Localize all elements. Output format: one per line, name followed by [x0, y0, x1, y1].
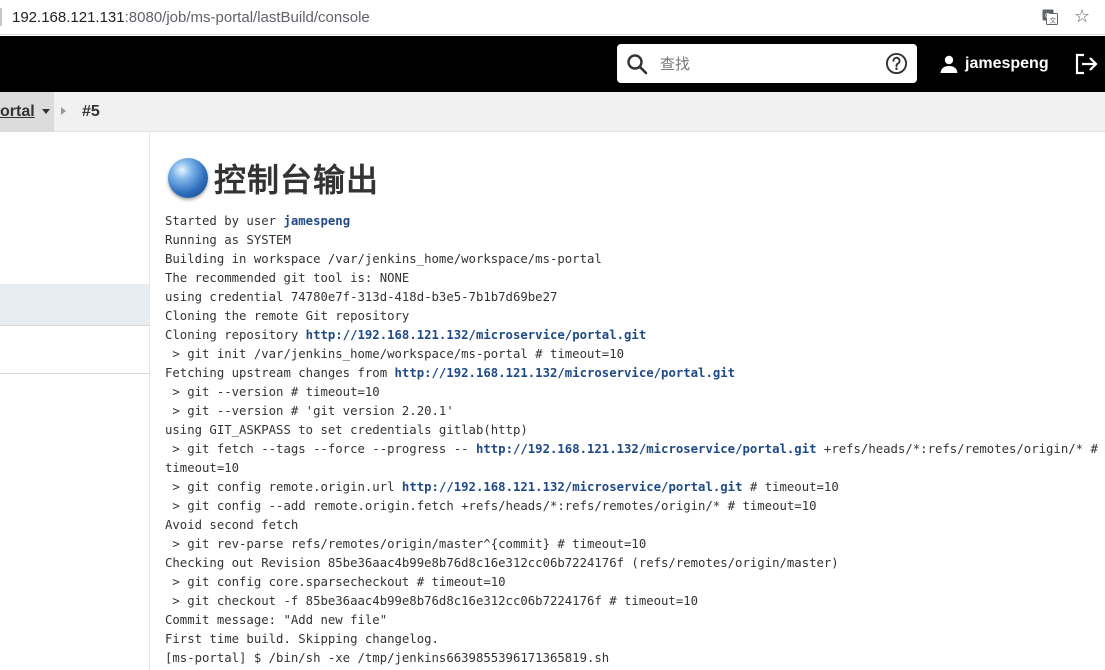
- page-title-row: 控制台输出: [168, 156, 379, 200]
- console-text: > git --version # 'git version 2.20.1': [165, 404, 454, 418]
- help-icon[interactable]: [885, 52, 908, 75]
- console-line: timeout=10: [165, 459, 1100, 478]
- bookmark-star-icon[interactable]: ☆: [1074, 6, 1092, 26]
- console-text: Checking out Revision 85be36aac4b99e8b76…: [165, 556, 839, 570]
- console-text: Avoid second fetch: [165, 518, 299, 532]
- console-text: Fetching upstream changes from: [165, 366, 395, 380]
- translate-icon[interactable]: G 文: [1042, 9, 1058, 25]
- console-text: using credential 74780e7f-313d-418d-b3e5…: [165, 290, 558, 304]
- console-text: > git fetch --tags --force --progress --: [165, 442, 476, 456]
- console-text: Commit message: "Add new file": [165, 613, 388, 627]
- console-line: > git --version # 'git version 2.20.1': [165, 402, 1100, 421]
- url-field[interactable]: 192.168.121.131:8080/job/ms-portal/lastB…: [12, 9, 370, 26]
- side-panel-divider: [0, 373, 149, 374]
- console-line: > git config remote.origin.url http://19…: [165, 478, 1100, 497]
- console-line: using credential 74780e7f-313d-418d-b3e5…: [165, 288, 1100, 307]
- search-icon: [627, 54, 648, 75]
- console-line: > git --version # timeout=10: [165, 383, 1100, 402]
- console-text: > git --version # timeout=10: [165, 385, 380, 399]
- search-input[interactable]: [660, 52, 875, 76]
- console-line: using GIT_ASKPASS to set credentials git…: [165, 421, 1100, 440]
- main-panel: 控制台输出 Started by user jamespeng Running a…: [150, 132, 1105, 670]
- console-line: > git config --add remote.origin.fetch +…: [165, 497, 1100, 516]
- console-text: +refs/heads/*:refs/remotes/origin/* #: [816, 442, 1098, 456]
- url-path: :8080/job/ms-portal/lastBuild/console: [124, 9, 370, 26]
- console-text: > git config remote.origin.url: [165, 480, 402, 494]
- svg-text:文: 文: [1050, 16, 1057, 25]
- breadcrumb-build[interactable]: #5: [82, 103, 100, 121]
- side-panel: [0, 132, 150, 670]
- search-box[interactable]: [617, 44, 917, 83]
- console-text: First time build. Skipping changelog.: [165, 632, 439, 646]
- console-link[interactable]: http://192.168.121.132/microservice/port…: [476, 442, 817, 456]
- console-text: The recommended git tool is: NONE: [165, 271, 410, 285]
- address-bar-edge: [0, 8, 2, 26]
- breadcrumb-job[interactable]: ortal: [0, 92, 54, 132]
- username-link[interactable]: jamespeng: [965, 55, 1049, 73]
- console-line: > git fetch --tags --force --progress --…: [165, 440, 1100, 459]
- browser-address-bar: 192.168.121.131:8080/job/ms-portal/lastB…: [0, 0, 1105, 35]
- console-text: Running as SYSTEM: [165, 233, 291, 247]
- user-menu[interactable]: jamespeng: [939, 53, 1049, 75]
- console-output: Started by user jamespeng Running as SYST…: [165, 212, 1100, 668]
- console-line: Fetching upstream changes from http://19…: [165, 364, 1100, 383]
- side-panel-divider: [0, 325, 149, 326]
- breadcrumb-separator-icon: [61, 107, 66, 115]
- console-line: [ms-portal] $ /bin/sh -xe /tmp/jenkins66…: [165, 649, 1100, 668]
- console-text: Building in workspace /var/jenkins_home/…: [165, 252, 602, 266]
- console-line: Avoid second fetch: [165, 516, 1100, 535]
- chevron-down-icon[interactable]: [42, 109, 50, 114]
- console-line: Cloning repository http://192.168.121.13…: [165, 326, 1100, 345]
- console-link[interactable]: http://192.168.121.132/microservice/port…: [395, 366, 736, 380]
- console-line: Commit message: "Add new file": [165, 611, 1100, 630]
- console-text: > git config --add remote.origin.fetch +…: [165, 499, 817, 513]
- console-link[interactable]: http://192.168.121.132/microservice/port…: [306, 328, 647, 342]
- console-text: > git rev-parse refs/remotes/origin/mast…: [165, 537, 647, 551]
- console-text: timeout=10: [165, 461, 240, 475]
- console-text: [ms-portal] $ /bin/sh -xe /tmp/jenkins66…: [165, 651, 610, 665]
- console-line: > git config core.sparsecheckout # timeo…: [165, 573, 1100, 592]
- console-line: > git checkout -f 85be36aac4b99e8b76d8c1…: [165, 592, 1100, 611]
- url-host: 192.168.121.131: [12, 9, 125, 26]
- console-blue-orb-icon: [168, 158, 208, 198]
- console-link[interactable]: jamespeng: [283, 214, 350, 228]
- user-icon: [940, 55, 958, 73]
- console-line: Checking out Revision 85be36aac4b99e8b76…: [165, 554, 1100, 573]
- logout-icon[interactable]: [1074, 52, 1100, 76]
- console-line: > git rev-parse refs/remotes/origin/mast…: [165, 535, 1100, 554]
- console-line: Running as SYSTEM: [165, 231, 1100, 250]
- console-text: Started by user: [165, 214, 284, 228]
- page-title: 控制台输出: [214, 161, 380, 199]
- jenkins-header: jamespeng: [0, 36, 1105, 92]
- console-text: using GIT_ASKPASS to set credentials git…: [165, 423, 528, 437]
- console-text: > git init /var/jenkins_home/workspace/m…: [165, 347, 625, 361]
- console-text: Cloning repository: [165, 328, 306, 342]
- side-panel-active-item[interactable]: [0, 284, 149, 325]
- console-text: > git checkout -f 85be36aac4b99e8b76d8c1…: [165, 594, 699, 608]
- console-line: The recommended git tool is: NONE: [165, 269, 1100, 288]
- console-link[interactable]: http://192.168.121.132/microservice/port…: [402, 480, 743, 494]
- console-text: > git config core.sparsecheckout # timeo…: [165, 575, 506, 589]
- breadcrumb: ortal #5: [0, 92, 1105, 132]
- console-line: > git init /var/jenkins_home/workspace/m…: [165, 345, 1100, 364]
- console-text: # timeout=10: [742, 480, 839, 494]
- console-text: Cloning the remote Git repository: [165, 309, 410, 323]
- console-line: Building in workspace /var/jenkins_home/…: [165, 250, 1100, 269]
- console-line: First time build. Skipping changelog.: [165, 630, 1100, 649]
- breadcrumb-job-label[interactable]: ortal: [0, 103, 35, 121]
- console-line: Cloning the remote Git repository: [165, 307, 1100, 326]
- console-line: Started by user jamespeng: [165, 212, 1100, 231]
